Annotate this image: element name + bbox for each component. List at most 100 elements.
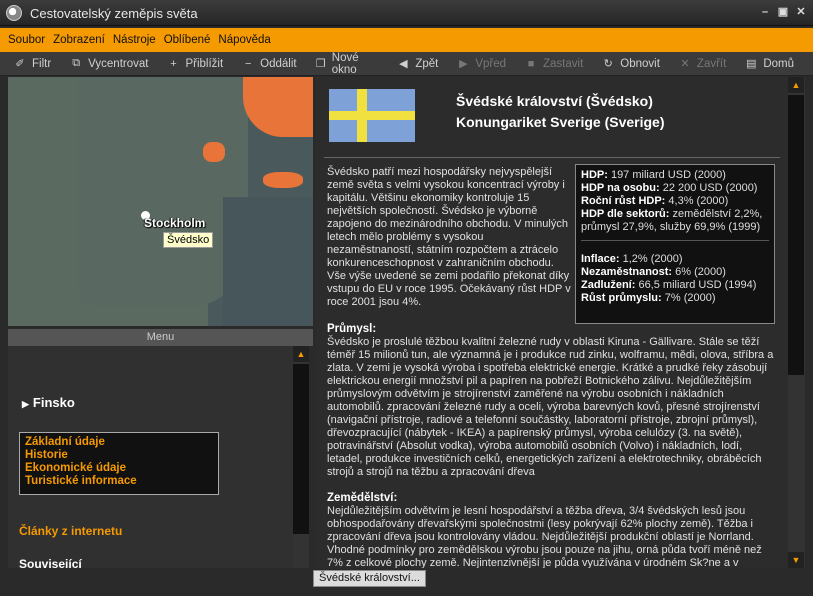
scroll-down-icon[interactable]: ▼ [788, 552, 804, 568]
section-text: Nejdůležitějším odvětvím je lesní hospod… [327, 505, 762, 568]
left-panel: ▶ Finsko Základní údaje Historie Ekonomic… [8, 346, 293, 584]
intro-text: Švédsko patří mezi hospodářsky nejvyspěl… [327, 166, 571, 308]
toolbar-label: Filtr [32, 57, 52, 70]
link-ekonomicke-udaje[interactable]: Ekonomické údaje [25, 462, 213, 475]
stat-label: HDP dle sektorů: [581, 208, 670, 220]
country-name-cz: Švédské království (Švédsko) [456, 93, 653, 109]
close-window-icon[interactable]: ✕ [795, 6, 807, 18]
back-icon: ◀ [399, 58, 408, 70]
toolbar-label: Přiblížit [185, 57, 224, 70]
map-water [223, 197, 313, 326]
stat-value: 4,3% (2000) [665, 195, 729, 207]
minus-icon: − [244, 57, 252, 70]
toolbar-button-filtr[interactable]: ✐ Filtr [14, 57, 52, 71]
toolbar-button-domů[interactable]: ▤ Domů [745, 57, 794, 71]
map-view[interactable]: Stockholm Švédsko [8, 77, 313, 326]
center-icon: ⧉ [72, 57, 81, 69]
map-tooltip: Švédsko [163, 232, 214, 248]
link-historie[interactable]: Historie [25, 449, 213, 462]
stat-label: Nezaměstnanost: [581, 266, 673, 278]
scroll-up-icon[interactable]: ▲ [293, 346, 309, 362]
stat-row: Inflace: 1,2% (2000) [581, 253, 769, 266]
left-scrollbar[interactable]: ▲ ▼ [293, 346, 309, 584]
country-title: Švédské království (Švédsko) Konungarike… [456, 91, 665, 133]
menu-zobrazeni[interactable]: Zobrazení [53, 34, 105, 46]
map-region-finland[interactable] [203, 142, 225, 162]
toolbar-button-nové-okno[interactable]: ❐ Nové okno [316, 52, 379, 76]
toolbar-label: Vpřed [475, 57, 507, 70]
stat-value: 6% (2000) [672, 266, 726, 278]
menu-header: Menu [8, 329, 313, 346]
toolbar-label: Zpět [415, 57, 439, 70]
refresh-icon: ↻ [603, 58, 613, 70]
menu-oblibene[interactable]: Oblíbené [164, 34, 211, 46]
toolbar-button-obnovit[interactable]: ↻ Obnovit [602, 57, 660, 71]
map-region-finland[interactable] [243, 77, 313, 137]
menu-bar: Soubor Zobrazení Nástroje Oblíbené Nápov… [0, 28, 813, 52]
new-window-icon: ❐ [315, 58, 326, 70]
stats-box: HDP: 197 miliard USD (2000) HDP na osobu… [575, 164, 775, 324]
status-tab[interactable]: Švédské království... [313, 570, 426, 587]
minimize-icon[interactable]: – [759, 6, 771, 18]
stat-row: Roční růst HDP: 4,3% (2000) [581, 195, 769, 208]
home-icon: ▤ [746, 58, 757, 70]
menu-nastroje[interactable]: Nástroje [113, 34, 156, 46]
stat-value: 22 200 USD (2000) [659, 182, 758, 194]
country-link-finsko[interactable]: ▶ Finsko [22, 395, 75, 410]
link-turisticke-informace[interactable]: Turistické informace [25, 475, 213, 488]
toolbar: ✐ Filtr ⧉ Vycentrovat + Přiblížit − Oddálit ❐ Nov… [0, 52, 813, 76]
caret-right-icon: ▶ [22, 399, 29, 409]
stop-icon: ■ [527, 57, 535, 70]
section-text: Švédsko je proslulé těžbou kvalitní žele… [327, 336, 774, 478]
maximize-icon[interactable]: ▣ [777, 6, 789, 18]
stat-row: HDP na osobu: 22 200 USD (2000) [581, 182, 769, 195]
section-heading: Zemědělství: [327, 492, 398, 504]
stat-value: 7% (2000) [661, 292, 716, 304]
status-bar: Švédské království... [0, 568, 813, 596]
toolbar-label: Zavřít [696, 57, 727, 70]
stat-row: Nezaměstnanost: 6% (2000) [581, 266, 769, 279]
flag-cross-horizontal [329, 111, 415, 120]
country-link-label: Finsko [32, 395, 75, 410]
section-heading: Průmysl: [327, 323, 377, 335]
city-label: Stockholm [144, 216, 206, 230]
stat-label: Inflace: [581, 253, 620, 265]
toolbar-button-zastavit[interactable]: ■ Zastavit [525, 57, 584, 70]
country-name-local: Konungariket Sverige (Sverige) [456, 114, 665, 130]
section-zemedelstvi: Zemědělství: Nejdůležitějším odvětvím je… [327, 492, 777, 568]
toolbar-label: Obnovit [620, 57, 660, 70]
stat-row: HDP dle sektorů: zemědělství 2,2%, průmy… [581, 208, 769, 234]
map-region-finland[interactable] [263, 172, 303, 188]
toolbar-label: Nové okno [331, 51, 359, 76]
toolbar-label: Zastavit [543, 57, 584, 70]
content-pane: Švédské království (Švédsko) Konungarike… [316, 77, 788, 568]
content-scrollbar[interactable]: ▲ ▼ [788, 77, 805, 568]
toolbar-button-oddálit[interactable]: − Oddálit [242, 57, 297, 70]
pin-icon: ✐ [15, 58, 25, 70]
window-title: Cestovatelský zeměpis světa [30, 6, 198, 21]
divider [324, 157, 780, 158]
menu-soubor[interactable]: Soubor [8, 34, 45, 46]
toolbar-button-vpřed[interactable]: ▶ Vpřed [457, 57, 507, 71]
link-zakladni-udaje[interactable]: Základní údaje [25, 436, 213, 449]
sweden-flag [329, 89, 415, 142]
articles-link[interactable]: Články z internetu [19, 524, 122, 538]
toolbar-button-zavřít[interactable]: ✕ Zavřít [679, 57, 727, 71]
scrollbar-thumb[interactable] [788, 95, 804, 375]
toolbar-button-přiblížit[interactable]: + Přiblížit [167, 58, 223, 70]
toolbar-label: Domů [763, 57, 794, 70]
stat-label: Zadlužení: [581, 279, 636, 291]
toolbar-button-vycentrovat[interactable]: ⧉ Vycentrovat [70, 57, 148, 70]
forward-icon: ▶ [459, 58, 468, 70]
stat-label: Růst průmyslu: [581, 292, 662, 304]
scroll-up-icon[interactable]: ▲ [788, 77, 804, 93]
stat-value: 1,2% (2000) [619, 253, 683, 265]
title-bar: Cestovatelský zeměpis světa – ▣ ✕ [0, 0, 813, 26]
toolbar-button-zpět[interactable]: ◀ Zpět [397, 57, 439, 71]
stat-label: HDP: [581, 169, 608, 181]
scrollbar-thumb[interactable] [293, 364, 309, 534]
globe-icon [6, 5, 22, 21]
toolbar-label: Oddálit [260, 57, 297, 70]
toolbar-label: Vycentrovat [88, 57, 149, 70]
menu-napoveda[interactable]: Nápověda [218, 34, 270, 46]
